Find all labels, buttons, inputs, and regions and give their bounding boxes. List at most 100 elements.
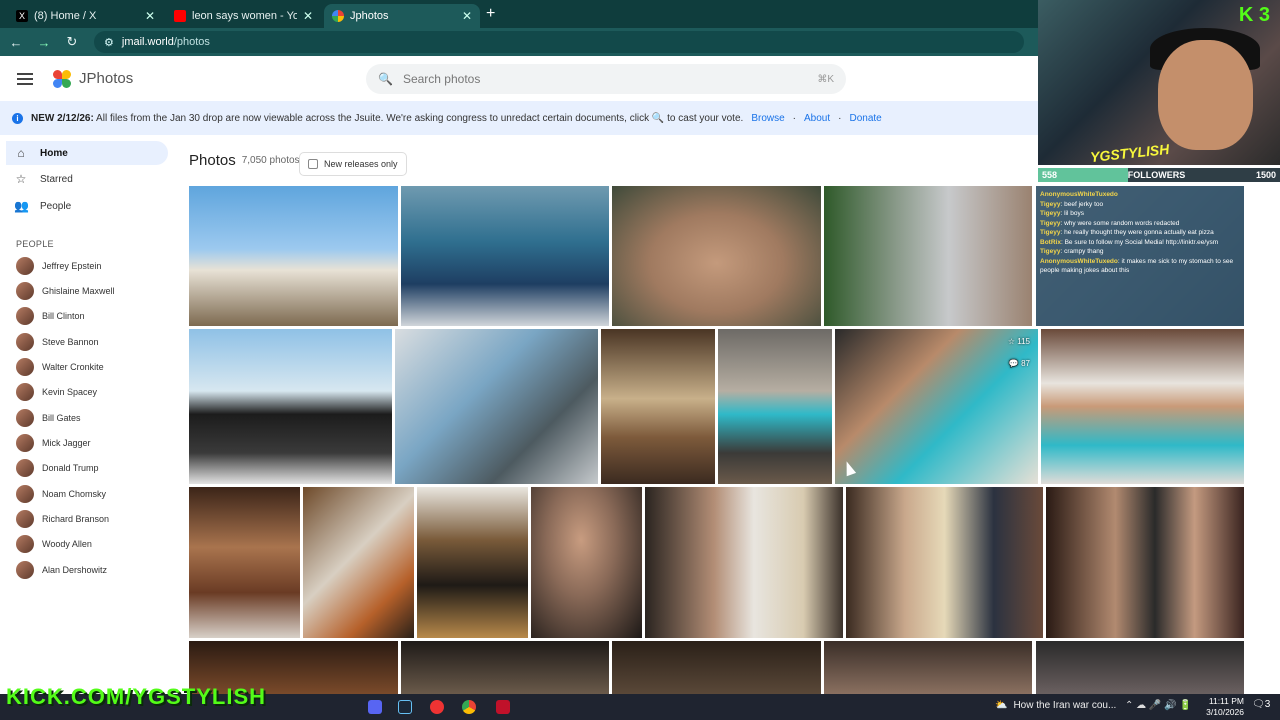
person-item[interactable]: Mick Jagger [16, 434, 91, 452]
person-item[interactable]: Jeffrey Epstein [16, 257, 101, 275]
chat-msg: crampy thang [1064, 248, 1104, 255]
webcam-overlay: K 3 [1038, 0, 1280, 165]
obs-icon[interactable] [430, 700, 444, 714]
photo-thumb[interactable] [303, 487, 414, 638]
photo-count: 7,050 photos [241, 155, 300, 166]
chat-msg: lil boys [1064, 210, 1084, 217]
person-item[interactable]: Walter Cronkite [16, 358, 104, 376]
clock[interactable]: 11:11 PM 3/10/2026 [1200, 696, 1244, 718]
search-icon: 🔍 [378, 72, 393, 86]
person-item[interactable]: Ghislaine Maxwell [16, 282, 115, 300]
followers-current: 558 [1042, 170, 1058, 180]
browse-link[interactable]: Browse [751, 113, 784, 124]
sidebar-item-starred[interactable]: ☆ Starred [6, 167, 168, 191]
photo-thumb[interactable] [718, 329, 832, 484]
avatar [16, 358, 34, 376]
person-item[interactable]: Woody Allen [16, 535, 92, 553]
comment-count-badge[interactable]: 💬 87 [1009, 359, 1030, 368]
reload-icon[interactable]: ↻ [60, 34, 84, 50]
person-name: Walter Cronkite [42, 362, 104, 372]
photo-thumb[interactable] [189, 487, 300, 638]
app-icon[interactable] [496, 700, 510, 714]
photo-thumb[interactable] [824, 186, 1032, 326]
chat-msg: he really thought they were gonna actual… [1064, 229, 1214, 236]
photo-thumb[interactable] [401, 641, 609, 694]
tab-youtube[interactable]: leon says women - YouTube ✕ [166, 4, 321, 28]
chat-line: Tigeyy: crampy thang [1040, 248, 1104, 255]
menu-icon[interactable] [17, 72, 33, 85]
photo-thumb[interactable]: ☆ 115 💬 87 [835, 329, 1038, 484]
photo-thumb[interactable] [846, 487, 1043, 638]
app-header: JPhotos 🔍 Search photos ⌘K [0, 56, 1040, 101]
discord-icon[interactable] [368, 700, 382, 714]
photo-thumb[interactable] [531, 487, 642, 638]
chat-line: AnonymousWhiteTuxedo: it makes me sick t… [1040, 257, 1234, 275]
back-icon[interactable]: ← [4, 35, 28, 50]
search-shortcut: ⌘K [817, 73, 834, 85]
system-tray[interactable]: ⌃ ☁ 🎤 🔊 🔋 [1125, 700, 1192, 711]
chrome-icon[interactable] [462, 700, 476, 714]
sidebar-item-label: Starred [40, 173, 73, 185]
person-name: Richard Branson [42, 514, 110, 524]
people-section-title: PEOPLE [16, 239, 54, 249]
tab-x[interactable]: X (8) Home / X ✕ [8, 4, 163, 28]
search-input[interactable]: 🔍 Search photos ⌘K [366, 64, 846, 94]
photo-thumb[interactable] [401, 186, 609, 326]
person-name: Mick Jagger [42, 438, 91, 448]
chat-user: BotRix [1040, 238, 1061, 246]
photo-thumb[interactable] [645, 487, 843, 638]
avatar [16, 535, 34, 553]
chat-overlay: AnonymousWhiteTuxedo Tigeyy: beef jerky … [1036, 186, 1244, 326]
photo-thumb[interactable] [824, 641, 1032, 694]
star-count-badge[interactable]: ☆ 115 [1008, 337, 1030, 346]
forward-icon[interactable]: → [32, 35, 56, 50]
photo-thumb[interactable] [417, 487, 528, 638]
person-item[interactable]: Donald Trump [16, 459, 99, 477]
sidebar-item-home[interactable]: ⌂ Home [6, 141, 168, 165]
photo-thumb[interactable] [189, 329, 392, 484]
url-path: /photos [173, 36, 210, 48]
close-icon[interactable]: ✕ [303, 9, 313, 23]
avatar [16, 409, 34, 427]
photo-thumb[interactable] [189, 186, 398, 326]
photo-thumb[interactable] [601, 329, 715, 484]
person-name: Bill Gates [42, 413, 81, 423]
chat-line: AnonymousWhiteTuxedo [1040, 190, 1240, 200]
steam-icon[interactable] [398, 700, 412, 714]
new-releases-filter[interactable]: New releases only [299, 152, 407, 176]
person-item[interactable]: Richard Branson [16, 510, 109, 528]
avatar [16, 485, 34, 503]
photo-thumb[interactable] [1041, 329, 1244, 484]
avatar [16, 510, 34, 528]
photo-thumb[interactable] [1036, 641, 1244, 694]
chat-user: Tigeyy [1040, 219, 1061, 227]
sidebar-item-label: People [40, 200, 72, 212]
chat-line: Tigeyy: he really thought they were gonn… [1040, 229, 1214, 236]
person-item[interactable]: Alan Dershowitz [16, 561, 107, 579]
about-link[interactable]: About [804, 113, 830, 124]
photo-thumb[interactable] [612, 641, 821, 694]
checkbox[interactable] [308, 159, 318, 169]
sidebar-item-people[interactable]: 👥 People [6, 194, 168, 218]
chat-user: Tigeyy [1040, 229, 1061, 236]
new-tab-button[interactable]: + [486, 5, 495, 23]
filter-label: New releases only [324, 159, 398, 169]
close-icon[interactable]: ✕ [462, 9, 472, 23]
person-item[interactable]: Kevin Spacey [16, 383, 97, 401]
person-item[interactable]: Noam Chomsky [16, 485, 106, 503]
tab-jphotos[interactable]: Jphotos ✕ [324, 4, 480, 28]
person-item[interactable]: Bill Clinton [16, 307, 85, 325]
donate-link[interactable]: Donate [850, 113, 882, 124]
site-info-icon[interactable]: ⚙ [104, 36, 114, 49]
news-widget[interactable]: ⛅ How the Iran war cou... [995, 700, 1116, 711]
chat-user: AnonymousWhiteTuxedo [1040, 257, 1118, 265]
photo-thumb[interactable] [1046, 487, 1244, 638]
close-icon[interactable]: ✕ [145, 9, 155, 23]
photo-thumb[interactable] [612, 186, 821, 326]
person-item[interactable]: Bill Gates [16, 409, 81, 427]
person-item[interactable]: Steve Bannon [16, 333, 99, 351]
photo-thumb[interactable] [395, 329, 598, 484]
avatar [16, 383, 34, 401]
url-field[interactable]: ⚙ jmail.world/photos [94, 31, 1024, 53]
notification-icon[interactable]: 🗨3 [1252, 699, 1270, 710]
